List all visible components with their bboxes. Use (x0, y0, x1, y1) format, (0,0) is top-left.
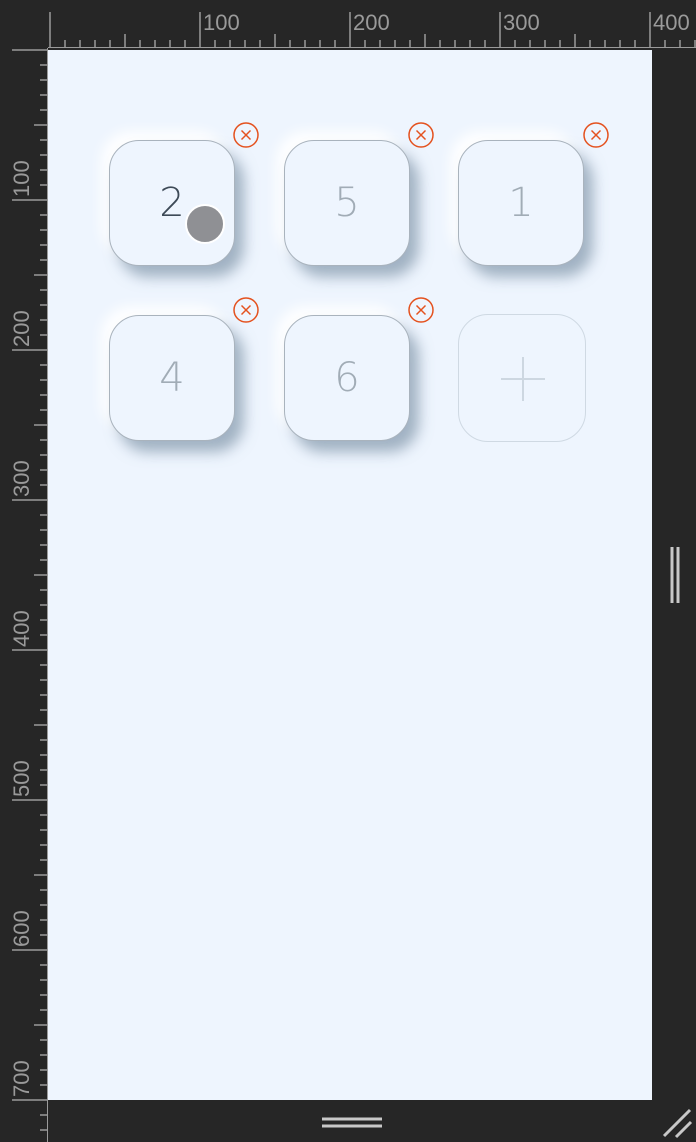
left-ruler-label: 200 (9, 310, 34, 347)
close-circle-icon (233, 122, 259, 148)
top-ruler-ticks (0, 12, 696, 48)
top-ruler-label: 300 (503, 10, 540, 35)
number-tile[interactable]: 1 (458, 140, 584, 266)
tile-number: 2 (159, 180, 185, 226)
vertical-grip-icon (670, 547, 680, 603)
tile-number: 5 (334, 180, 360, 226)
resize-handle-corner[interactable] (660, 1106, 694, 1140)
top-ruler-label: 400 (653, 10, 690, 35)
remove-tile-button[interactable] (233, 297, 259, 323)
horizontal-grip-icon (322, 1117, 382, 1128)
left-ruler-label: 300 (9, 460, 34, 497)
top-ruler-label: 200 (353, 10, 390, 35)
close-circle-icon (233, 297, 259, 323)
remove-tile-button[interactable] (408, 297, 434, 323)
remove-tile-button[interactable] (233, 122, 259, 148)
close-circle-icon (583, 122, 609, 148)
number-tile[interactable]: 6 (284, 315, 410, 441)
ruler-corner (0, 0, 48, 48)
tile-number: 6 (334, 355, 360, 401)
top-ruler: 100 200 300 400 (0, 0, 696, 48)
resize-handle-right[interactable] (669, 547, 681, 603)
resize-handle-bottom[interactable] (322, 1115, 382, 1131)
left-ruler-label: 500 (9, 760, 34, 797)
remove-tile-button[interactable] (408, 122, 434, 148)
left-ruler-label: 600 (9, 910, 34, 947)
close-circle-icon (408, 122, 434, 148)
plus-icon (501, 357, 545, 401)
device-screen: 2 5 1 4 6 (48, 50, 652, 1100)
remove-tile-button[interactable] (583, 122, 609, 148)
number-tile[interactable]: 2 (109, 140, 235, 266)
add-tile-button[interactable] (458, 314, 586, 442)
left-ruler-label: 400 (9, 610, 34, 647)
touch-indicator (185, 204, 225, 244)
top-ruler-label: 100 (203, 10, 240, 35)
close-circle-icon (408, 297, 434, 323)
simulator-window: 100 200 300 400 100 200 300 400 500 600 … (0, 0, 696, 1142)
tile-number: 1 (508, 180, 534, 226)
resize-corner-icon (662, 1108, 693, 1139)
left-ruler-label: 700 (9, 1060, 34, 1097)
left-ruler-label: 100 (9, 160, 34, 197)
number-tile[interactable]: 4 (109, 315, 235, 441)
tile-number: 4 (159, 355, 185, 401)
number-tile[interactable]: 5 (284, 140, 410, 266)
left-ruler: 100 200 300 400 500 600 700 (0, 0, 48, 1142)
